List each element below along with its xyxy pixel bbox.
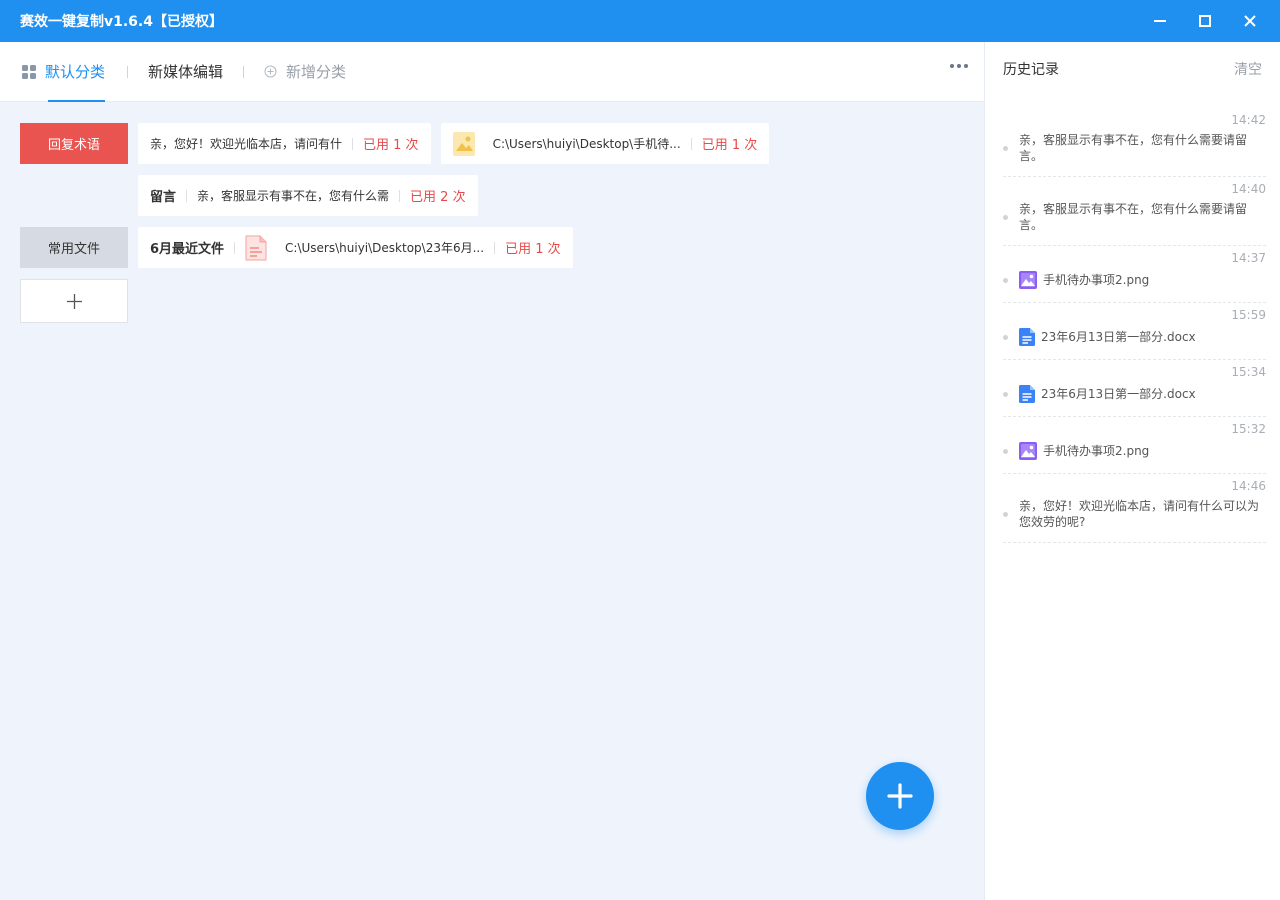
snippet-text: 亲，客服显示有事不在，您有什么需 xyxy=(197,189,390,203)
history-item[interactable]: 15:32 手机待办事项2.png xyxy=(1003,417,1266,474)
history-item[interactable]: 15:34 23年6月13日第一部分.docx xyxy=(1003,360,1266,417)
history-text: 亲，客服显示有事不在，您有什么需要请留言。 xyxy=(1019,202,1248,232)
image-file-icon xyxy=(452,131,475,156)
more-dot-icon xyxy=(957,64,961,68)
history-header: 历史记录 清空 xyxy=(985,42,1280,96)
file-name: 6月最近文件 xyxy=(150,242,225,257)
tab-media-label: 新媒体编辑 xyxy=(148,63,224,81)
history-panel: 历史记录 清空 14:42 亲，客服显示有事不在，您有什么需要请留言。 14:40 亲… xyxy=(984,42,1280,900)
history-text: 亲，您好！欢迎光临本店，请问有什么可以为您效劳的呢? xyxy=(1019,499,1260,529)
category-tabs: 默认分类 新媒体编辑 新增分类 xyxy=(0,42,984,102)
history-text: 手机待办事项2.png xyxy=(1043,444,1150,458)
document-file-icon xyxy=(1019,328,1035,346)
files-items: 6月最近文件 C:\Users\huiyi\Desktop\23年6月... 已… xyxy=(138,227,573,268)
history-entry: 手机待办事项2.png xyxy=(1003,270,1266,290)
history-item[interactable]: 15:59 23年6月13日第一部分.docx xyxy=(1003,303,1266,360)
history-text: 23年6月13日第一部分.docx xyxy=(1041,330,1196,344)
tab-add-label: 新增分类 xyxy=(286,63,347,81)
chip-divider xyxy=(690,137,692,150)
history-entry: 亲，您好！欢迎光临本店，请问有什么可以为您效劳的呢? xyxy=(1003,498,1266,530)
history-item[interactable]: 14:42 亲，客服显示有事不在，您有什么需要请留言。 xyxy=(1003,108,1266,177)
plus-icon xyxy=(887,783,913,809)
history-text: 23年6月13日第一部分.docx xyxy=(1041,387,1196,401)
file-path: C:\Users\huiyi\Desktop\手机待... xyxy=(492,137,681,151)
history-list: 14:42 亲，客服显示有事不在，您有什么需要请留言。 14:40 亲，客服显示有事不… xyxy=(985,108,1280,543)
tab-divider xyxy=(243,65,245,78)
history-time: 14:40 xyxy=(1231,182,1266,196)
content-area: 回复术语 亲，您好！欢迎光临本店，请问有什 已用 1 次 C:\Users\hu… xyxy=(0,102,984,344)
history-time: 15:59 xyxy=(1231,308,1266,322)
image-file-icon xyxy=(1019,442,1037,460)
minimize-button[interactable] xyxy=(1137,0,1182,42)
history-entry: 亲，客服显示有事不在，您有什么需要请留言。 xyxy=(1003,201,1266,233)
history-time: 14:46 xyxy=(1231,479,1266,493)
clear-history-button[interactable]: 清空 xyxy=(1234,59,1262,79)
snippet-chip[interactable]: 留言 亲，客服显示有事不在，您有什么需 已用 2 次 xyxy=(138,175,478,216)
history-entry: 23年6月13日第一部分.docx xyxy=(1003,327,1266,347)
main-area: 默认分类 新媒体编辑 新增分类 回复术语 亲，您好！欢迎光临本店，请问有什 已用… xyxy=(0,42,984,900)
chip-divider xyxy=(234,241,236,254)
snippet-chip[interactable]: 亲，您好！欢迎光临本店，请问有什 已用 1 次 xyxy=(138,123,431,164)
chip-divider xyxy=(186,189,188,202)
more-dot-icon xyxy=(950,64,954,68)
history-entry: 23年6月13日第一部分.docx xyxy=(1003,384,1266,404)
category-row-reply: 回复术语 亲，您好！欢迎光临本店，请问有什 已用 1 次 C:\Users\hu… xyxy=(20,123,964,216)
close-icon xyxy=(1243,15,1256,27)
history-time: 15:32 xyxy=(1231,422,1266,436)
image-file-icon xyxy=(1019,271,1037,289)
chip-divider xyxy=(494,241,496,254)
history-item[interactable]: 14:46 亲，您好！欢迎光临本店，请问有什么可以为您效劳的呢? xyxy=(1003,474,1266,543)
reply-items: 亲，您好！欢迎光临本店，请问有什 已用 1 次 C:\Users\huiyi\D… xyxy=(138,123,898,216)
history-text: 手机待办事项2.png xyxy=(1043,273,1150,287)
plus-icon xyxy=(66,293,82,309)
grid-icon xyxy=(22,64,36,79)
tab-default-label: 默认分类 xyxy=(45,63,106,81)
history-title: 历史记录 xyxy=(1003,62,1059,78)
usage-count: 已用 1 次 xyxy=(363,138,419,153)
plus-circle-icon xyxy=(264,65,277,78)
history-entry: 手机待办事项2.png xyxy=(1003,441,1266,461)
history-item[interactable]: 14:40 亲，客服显示有事不在，您有什么需要请留言。 xyxy=(1003,177,1266,246)
more-options-button[interactable] xyxy=(950,64,968,68)
history-item[interactable]: 14:37 手机待办事项2.png xyxy=(1003,246,1266,303)
maximize-button[interactable] xyxy=(1182,0,1227,42)
history-text: 亲，客服显示有事不在，您有什么需要请留言。 xyxy=(1019,133,1248,163)
chip-divider xyxy=(352,137,354,150)
usage-count: 已用 2 次 xyxy=(410,190,466,205)
category-files-button[interactable]: 常用文件 xyxy=(20,227,128,268)
add-snippet-fab[interactable] xyxy=(866,762,934,830)
chip-divider xyxy=(399,189,401,202)
file-chip[interactable]: 6月最近文件 C:\Users\huiyi\Desktop\23年6月... 已… xyxy=(138,227,573,268)
tab-default[interactable]: 默认分类 xyxy=(22,42,106,102)
category-reply-button[interactable]: 回复术语 xyxy=(20,123,128,164)
tab-divider xyxy=(127,65,129,78)
tab-add-category[interactable]: 新增分类 xyxy=(264,42,346,102)
category-row-files: 常用文件 6月最近文件 C:\Users\huiyi\Desktop\23年6月… xyxy=(20,227,964,268)
history-entry: 亲，客服显示有事不在，您有什么需要请留言。 xyxy=(1003,132,1266,164)
document-file-icon xyxy=(1019,385,1035,403)
minimize-icon xyxy=(1153,20,1166,22)
window-title: 赛效一键复制v1.6.4【已授权】 xyxy=(20,14,223,30)
snippet-chip[interactable]: C:\Users\huiyi\Desktop\手机待... 已用 1 次 xyxy=(440,123,770,164)
usage-count: 已用 1 次 xyxy=(701,138,758,153)
document-file-icon xyxy=(245,235,267,261)
maximize-icon xyxy=(1198,15,1211,27)
tab-media[interactable]: 新媒体编辑 xyxy=(148,42,223,102)
history-time: 15:34 xyxy=(1231,365,1266,379)
add-category-button[interactable] xyxy=(20,279,128,323)
more-dot-icon xyxy=(964,64,968,68)
close-button[interactable] xyxy=(1227,0,1272,42)
history-time: 14:42 xyxy=(1231,113,1266,127)
snippet-name: 留言 xyxy=(150,190,177,205)
usage-count: 已用 1 次 xyxy=(505,242,561,257)
file-path: C:\Users\huiyi\Desktop\23年6月... xyxy=(285,241,485,255)
history-time: 14:37 xyxy=(1231,251,1266,265)
title-bar: 赛效一键复制v1.6.4【已授权】 xyxy=(0,0,1280,42)
snippet-text: 亲，您好！欢迎光临本店，请问有什 xyxy=(150,137,343,151)
